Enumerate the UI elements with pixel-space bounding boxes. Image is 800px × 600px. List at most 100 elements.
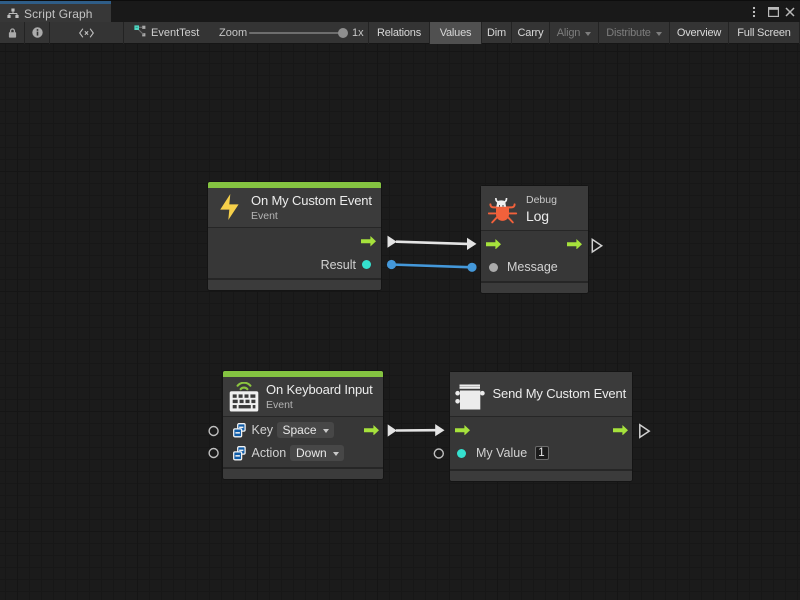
values-button[interactable]: Values: [429, 22, 481, 44]
node-body: Message: [481, 230, 588, 281]
port-row: [208, 230, 381, 253]
port-row: My Value 1: [450, 442, 632, 465]
node-title: Send My Custom Event: [493, 386, 627, 401]
button-label: Full Screen: [737, 27, 790, 39]
action-dropdown[interactable]: Down: [290, 445, 344, 461]
chevron-down-icon: [585, 32, 591, 36]
node-send-my-custom-event[interactable]: Send My Custom Event My Value 1: [450, 372, 632, 481]
custom-event-icon: [454, 384, 486, 412]
info-icon: [32, 27, 43, 38]
info-button[interactable]: [25, 22, 49, 43]
value-input-field[interactable]: 1: [535, 446, 549, 460]
zoom-label: Zoom: [219, 27, 247, 39]
port-row: Action Down: [223, 442, 383, 465]
button-label: Align: [557, 27, 580, 39]
flow-input-port[interactable]: [455, 425, 470, 436]
chevron-down-icon: [323, 429, 329, 433]
port-label: Key: [252, 423, 274, 437]
node-title: On Keyboard Input: [266, 382, 373, 397]
node-header: Send My Custom Event: [450, 372, 632, 416]
node-subtitle: Event: [251, 210, 372, 222]
flow-output-port[interactable]: [364, 425, 379, 436]
dim-button[interactable]: Dim: [481, 22, 511, 44]
dropdown-value: Down: [296, 446, 327, 460]
value-input-port[interactable]: [489, 263, 498, 272]
node-footer: [223, 467, 383, 479]
port-row: [481, 233, 588, 256]
kebab-menu-icon[interactable]: [752, 1, 762, 23]
value-input-text: 1: [538, 447, 544, 459]
key-dropdown[interactable]: Space: [277, 422, 334, 438]
bug-icon: [488, 198, 518, 224]
toolbar-buttons: Relations Values Dim Carry Align Distrib…: [368, 22, 800, 44]
code-preview-button[interactable]: [50, 22, 123, 43]
flow-output-port[interactable]: [361, 236, 376, 247]
lightning-bolt-icon: [220, 194, 239, 220]
node-titles: On Keyboard Input Event: [266, 382, 373, 411]
chevron-down-icon: [333, 452, 339, 456]
zoom-control: Zoom 1x: [219, 22, 247, 44]
button-label: Carry: [518, 27, 544, 39]
button-label: Dim: [487, 27, 506, 39]
inline-value-icon: [233, 423, 246, 438]
tab-bar: Script Graph: [0, 0, 800, 22]
relations-button[interactable]: Relations: [368, 22, 429, 44]
node-header: Debug Log: [481, 186, 588, 230]
node-header: On Keyboard Input Event: [223, 377, 383, 416]
fullscreen-button[interactable]: Full Screen: [728, 22, 800, 44]
distribute-button[interactable]: Distribute: [598, 22, 669, 44]
overview-button[interactable]: Overview: [669, 22, 728, 44]
node-supertitle: Debug: [526, 194, 557, 206]
zoom-slider-thumb[interactable]: [338, 28, 348, 38]
button-label: Distribute: [606, 27, 650, 39]
flow-output-port[interactable]: [613, 425, 628, 436]
port-label: Message: [507, 260, 558, 274]
node-footer: [450, 469, 632, 481]
graph-canvas[interactable]: [0, 44, 800, 600]
node-body: My Value 1: [450, 416, 632, 469]
tab-label: Script Graph: [24, 7, 93, 21]
node-on-keyboard-input[interactable]: On Keyboard Input Event Key Space: [223, 371, 383, 479]
graph-breadcrumb[interactable]: EventTest: [124, 22, 207, 43]
inline-value-icon: [233, 446, 246, 461]
node-footer: [481, 281, 588, 293]
node-title: Log: [526, 208, 557, 224]
button-label: Relations: [377, 27, 421, 39]
node-titles: Send My Custom Event: [493, 386, 627, 401]
graph-hierarchy-icon: [7, 8, 19, 19]
port-label: Result: [321, 258, 356, 272]
node-body: Key Space Action Down: [223, 416, 383, 467]
node-title: On My Custom Event: [251, 193, 372, 208]
node-titles: Debug Log: [526, 194, 557, 224]
flow-input-port[interactable]: [486, 239, 501, 250]
button-label: Values: [440, 27, 472, 39]
tab-script-graph[interactable]: Script Graph: [0, 1, 111, 23]
lock-icon: [8, 28, 17, 38]
node-debug-log[interactable]: Debug Log Message: [481, 186, 588, 293]
flow-output-port[interactable]: [567, 239, 582, 250]
port-row: Message: [481, 256, 588, 279]
port-row: [450, 419, 632, 442]
value-output-port[interactable]: [362, 260, 371, 269]
port-row: Key Space: [223, 419, 383, 442]
port-row: Result: [208, 253, 381, 276]
lock-button[interactable]: [0, 22, 24, 43]
zoom-slider-track[interactable]: [249, 32, 345, 34]
button-label: Overview: [677, 27, 721, 39]
keyboard-icon: [229, 382, 259, 412]
node-footer: [208, 278, 381, 290]
unity-script-graph-window: Script Graph: [0, 0, 800, 600]
node-body: Result: [208, 227, 381, 278]
node-on-my-custom-event[interactable]: On My Custom Event Event Result: [208, 182, 381, 290]
node-titles: On My Custom Event Event: [251, 193, 372, 222]
align-button[interactable]: Align: [549, 22, 598, 44]
graph-name: EventTest: [151, 27, 199, 39]
code-icon: [79, 28, 94, 38]
close-icon[interactable]: [785, 1, 799, 23]
port-label: My Value: [476, 446, 527, 460]
value-input-port[interactable]: [457, 449, 466, 458]
carry-button[interactable]: Carry: [511, 22, 549, 44]
maximize-icon[interactable]: [768, 1, 784, 23]
chevron-down-icon: [656, 32, 662, 36]
graph-toolbar: EventTest Zoom 1x Relations Values Dim C…: [0, 22, 800, 44]
